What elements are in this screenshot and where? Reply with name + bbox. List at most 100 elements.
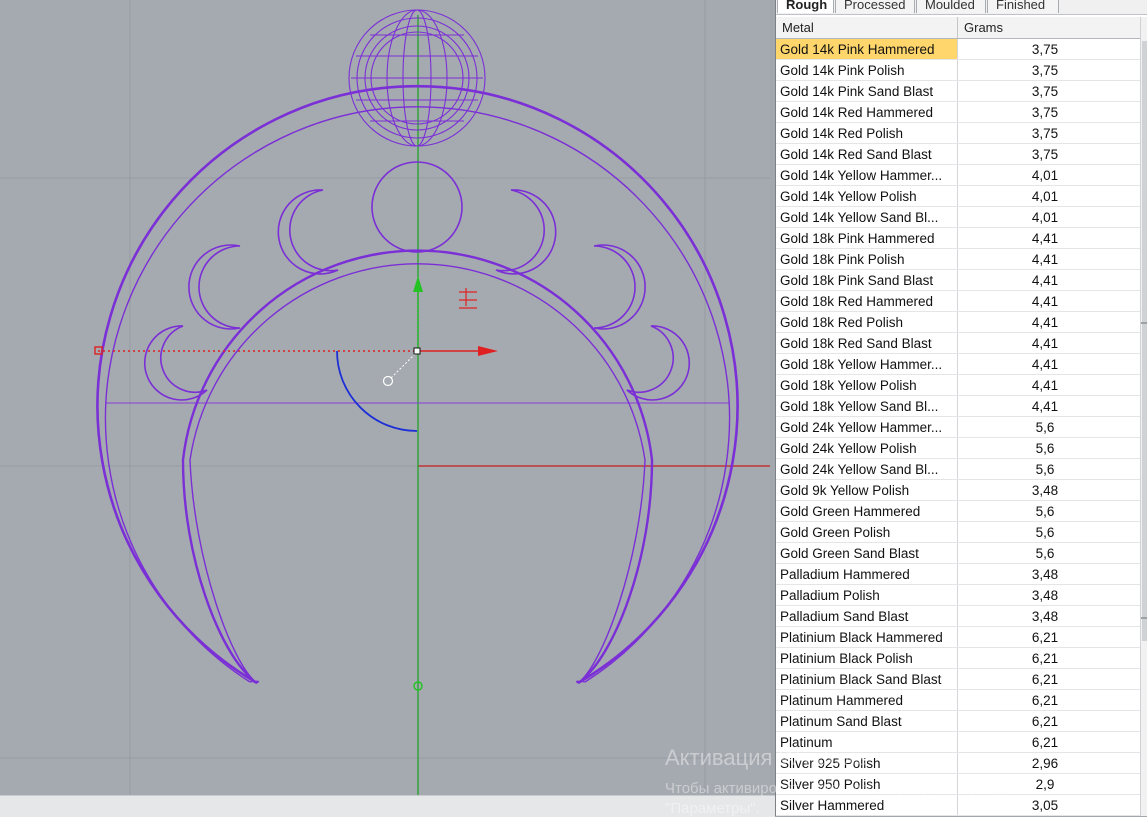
weight-tab-strip: Rough Processed Moulded Finished — [776, 0, 1147, 15]
table-row[interactable]: Gold Green Polish 5,6 — [776, 522, 1140, 543]
table-row[interactable]: Gold 14k Red Sand Blast 3,75 — [776, 144, 1140, 165]
table-row[interactable]: Platinium Black Sand Blast 6,21 — [776, 669, 1140, 690]
table-row[interactable]: Gold 14k Pink Hammered 3,75 — [776, 39, 1140, 60]
table-row[interactable]: Gold 9k Yellow Polish 3,48 — [776, 480, 1140, 501]
metal-cell: Gold 14k Yellow Sand Bl... — [776, 207, 958, 227]
scrollbar-thumb[interactable] — [1142, 41, 1147, 641]
tab-finished[interactable]: Finished — [987, 0, 1059, 13]
gumball-free-handle[interactable] — [382, 375, 394, 387]
metal-cell: Gold 18k Pink Hammered — [776, 228, 958, 248]
table-scrollbar[interactable] — [1140, 17, 1147, 816]
tab-processed[interactable]: Processed — [835, 0, 915, 13]
metal-cell: Gold 18k Red Sand Blast — [776, 333, 958, 353]
table-row[interactable]: Gold 18k Red Sand Blast 4,41 — [776, 333, 1140, 354]
table-row[interactable]: Platinium Black Polish 6,21 — [776, 648, 1140, 669]
grams-cell: 6,21 — [1031, 630, 1059, 645]
grams-cell: 4,41 — [1031, 273, 1059, 288]
metal-cell: Palladium Sand Blast — [776, 606, 958, 626]
grams-cell: 6,21 — [1031, 735, 1059, 750]
grams-cell: 3,75 — [1031, 105, 1059, 120]
table-row[interactable]: Gold Green Hammered 5,6 — [776, 501, 1140, 522]
metal-cell: Gold 14k Pink Polish — [776, 60, 958, 80]
table-row[interactable]: Gold 14k Yellow Hammer... 4,01 — [776, 165, 1140, 186]
3d-viewport[interactable] — [0, 0, 770, 795]
grams-cell: 4,41 — [1031, 399, 1059, 414]
grams-cell: 3,48 — [1031, 567, 1059, 582]
metal-cell: Silver 925 Polish — [776, 753, 958, 773]
gumball-rotate-arc[interactable] — [336, 350, 418, 432]
grams-cell: 5,6 — [1035, 504, 1055, 519]
metal-cell: Gold 18k Pink Polish — [776, 249, 958, 269]
metal-cell: Gold 24k Yellow Polish — [776, 438, 958, 458]
table-row[interactable]: Silver 950 Polish 2,9 — [776, 774, 1140, 795]
table-row[interactable]: Platinium Black Hammered 6,21 — [776, 627, 1140, 648]
grams-cell: 4,41 — [1031, 357, 1059, 372]
bail-ring[interactable] — [348, 9, 486, 147]
table-row[interactable]: Silver Hammered 3,05 — [776, 795, 1140, 816]
viewport-status-strip — [0, 795, 775, 817]
table-row[interactable]: Gold 14k Red Polish 3,75 — [776, 123, 1140, 144]
table-row[interactable]: Platinum Hammered 6,21 — [776, 690, 1140, 711]
table-row[interactable]: Gold 14k Pink Polish 3,75 — [776, 60, 1140, 81]
table-row[interactable]: Gold 24k Yellow Sand Bl... 5,6 — [776, 459, 1140, 480]
table-row[interactable]: Palladium Hammered 3,48 — [776, 564, 1140, 585]
gumball-center[interactable] — [413, 347, 421, 355]
table-row[interactable]: Gold 18k Pink Polish 4,41 — [776, 249, 1140, 270]
metal-table-body: Gold 14k Pink Hammered 3,75 Gold 14k Pink … — [776, 39, 1140, 816]
table-row[interactable]: Gold 18k Red Polish 4,41 — [776, 312, 1140, 333]
gumball-scale-marker[interactable] — [459, 288, 477, 309]
grams-cell: 5,6 — [1035, 525, 1055, 540]
grams-cell: 3,48 — [1031, 483, 1059, 498]
table-row[interactable]: Gold 18k Red Hammered 4,41 — [776, 291, 1140, 312]
metal-cell: Silver Hammered — [776, 795, 958, 815]
tab-rough[interactable]: Rough — [777, 0, 834, 13]
table-row[interactable]: Palladium Sand Blast 3,48 — [776, 606, 1140, 627]
table-row[interactable]: Gold 18k Pink Sand Blast 4,41 — [776, 270, 1140, 291]
gumball-widget[interactable] — [94, 276, 498, 691]
viewport-canvas[interactable] — [0, 0, 770, 795]
metal-cell: Silver 950 Polish — [776, 774, 958, 794]
table-row[interactable]: Gold 14k Pink Sand Blast 3,75 — [776, 81, 1140, 102]
metal-cell: Platinum Sand Blast — [776, 711, 958, 731]
table-row[interactable]: Silver 925 Polish 2,96 — [776, 753, 1140, 774]
metal-cell: Gold 18k Yellow Sand Bl... — [776, 396, 958, 416]
metal-cell: Gold 18k Red Polish — [776, 312, 958, 332]
grams-cell: 3,75 — [1031, 147, 1059, 162]
table-row[interactable]: Gold Green Sand Blast 5,6 — [776, 543, 1140, 564]
grams-cell: 3,05 — [1031, 798, 1059, 813]
metal-cell: Gold 18k Red Hammered — [776, 291, 958, 311]
table-row[interactable]: Gold 18k Yellow Polish 4,41 — [776, 375, 1140, 396]
table-row[interactable]: Gold 24k Yellow Hammer... 5,6 — [776, 417, 1140, 438]
metal-cell: Gold 14k Red Hammered — [776, 102, 958, 122]
table-row[interactable]: Gold 24k Yellow Polish 5,6 — [776, 438, 1140, 459]
metal-cell: Gold Green Hammered — [776, 501, 958, 521]
table-row[interactable]: Gold 14k Yellow Polish 4,01 — [776, 186, 1140, 207]
grams-cell: 6,21 — [1031, 651, 1059, 666]
grams-cell: 3,48 — [1031, 609, 1059, 624]
grams-cell: 5,6 — [1035, 441, 1055, 456]
metal-cell: Gold 14k Yellow Hammer... — [776, 165, 958, 185]
table-row[interactable]: Platinum 6,21 — [776, 732, 1140, 753]
table-row[interactable]: Gold 14k Red Hammered 3,75 — [776, 102, 1140, 123]
table-row[interactable]: Gold 18k Pink Hammered 4,41 — [776, 228, 1140, 249]
metal-cell: Gold 14k Red Sand Blast — [776, 144, 958, 164]
table-row[interactable]: Palladium Polish 3,48 — [776, 585, 1140, 606]
table-row[interactable]: Gold 18k Yellow Hammer... 4,41 — [776, 354, 1140, 375]
grams-cell: 4,41 — [1031, 294, 1059, 309]
grams-cell: 6,21 — [1031, 672, 1059, 687]
gumball-y-arrowhead[interactable] — [413, 276, 423, 292]
column-header-grams[interactable]: Grams — [958, 17, 1140, 38]
metal-cell: Gold Green Polish — [776, 522, 958, 542]
grams-cell: 2,96 — [1031, 756, 1059, 771]
table-row[interactable]: Gold 14k Yellow Sand Bl... 4,01 — [776, 207, 1140, 228]
table-row[interactable]: Platinum Sand Blast 6,21 — [776, 711, 1140, 732]
tab-moulded[interactable]: Moulded — [916, 0, 986, 13]
table-row[interactable]: Gold 18k Yellow Sand Bl... 4,41 — [776, 396, 1140, 417]
grams-cell: 4,41 — [1031, 336, 1059, 351]
column-header-metal[interactable]: Metal — [776, 17, 958, 38]
grams-cell: 2,9 — [1035, 777, 1055, 792]
metal-cell: Gold 9k Yellow Polish — [776, 480, 958, 500]
grams-cell: 3,75 — [1031, 126, 1059, 141]
grams-cell: 4,01 — [1031, 210, 1059, 225]
gumball-x-arrowhead[interactable] — [478, 346, 498, 356]
